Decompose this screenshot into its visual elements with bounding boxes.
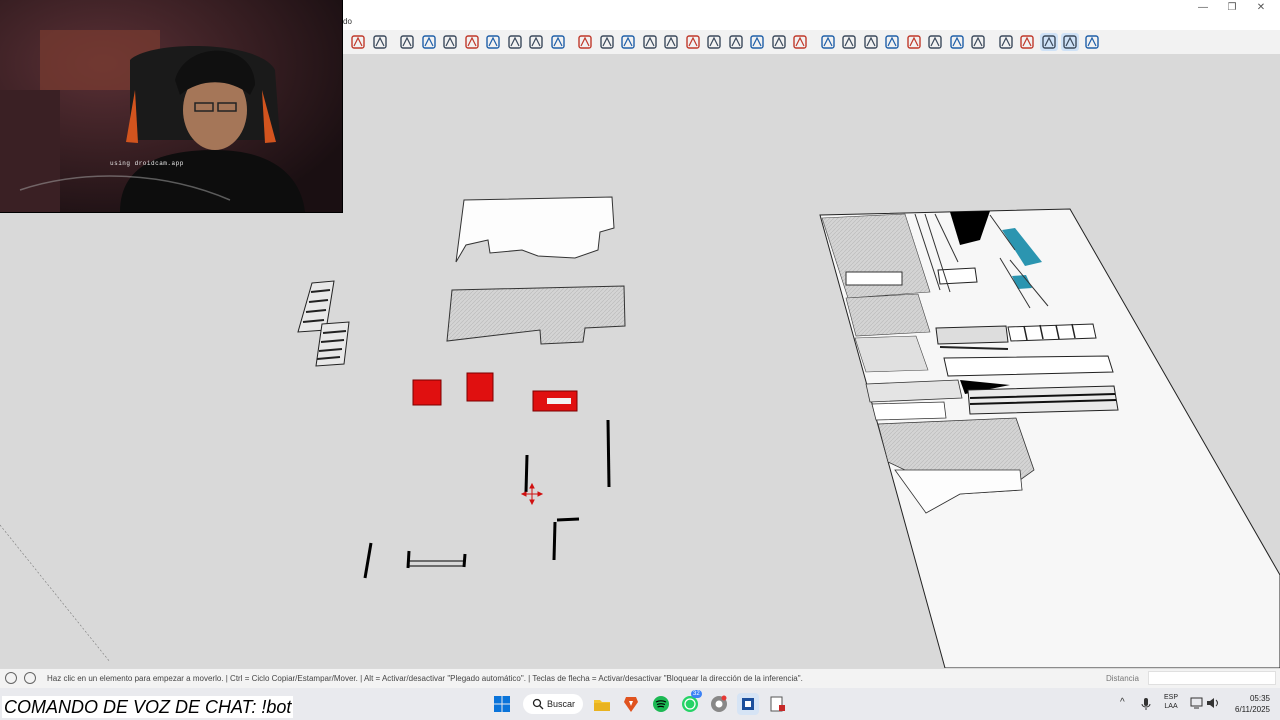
wall-pieces[interactable] [363, 419, 611, 579]
main-toolbar [343, 30, 1280, 55]
materials-icon[interactable] [883, 33, 901, 51]
restore-button[interactable]: ❐ [1222, 2, 1242, 14]
window-title: do [343, 17, 352, 26]
search-label: Buscar [547, 699, 576, 709]
shadows-icon[interactable] [905, 33, 923, 51]
groups-icon[interactable] [727, 33, 745, 51]
status-hint: Haz clic en un elemento para empezar a m… [47, 674, 803, 683]
system-clock[interactable]: 05:35 6/11/2025 [1226, 693, 1270, 715]
trimble-icon[interactable] [1083, 33, 1101, 51]
language-code: ESP [1164, 694, 1179, 701]
x-ray-icon[interactable] [441, 33, 459, 51]
minimize-button[interactable]: — [1193, 2, 1213, 14]
chat-command-overlay: COMANDO DE VOZ DE CHAT: !bot [2, 696, 294, 718]
components-icon[interactable] [705, 33, 723, 51]
whatsapp-badge: 32 [691, 690, 702, 698]
left-view-icon[interactable] [684, 33, 702, 51]
floor-plan-shape[interactable] [455, 196, 615, 263]
pan-icon[interactable] [371, 33, 389, 51]
orbit-icon[interactable] [349, 33, 367, 51]
clock-date: 6/11/2025 [1235, 705, 1270, 714]
solid-icon[interactable] [1061, 33, 1079, 51]
layout-icon[interactable] [766, 693, 788, 715]
close-button[interactable]: ✕ [1251, 2, 1271, 14]
match-photo-icon[interactable] [948, 33, 966, 51]
front-view-icon[interactable] [619, 33, 637, 51]
red-block-1[interactable] [412, 379, 442, 406]
floor-plan-sheet[interactable] [819, 208, 1280, 668]
keyboard-layout: LAA [1164, 703, 1178, 710]
hidden-line-icon[interactable] [506, 33, 524, 51]
spotify-icon[interactable] [650, 693, 672, 715]
search-icon [532, 698, 544, 710]
styles-icon[interactable] [862, 33, 880, 51]
warehouse-icon[interactable] [1018, 33, 1036, 51]
volume-icon[interactable] [1206, 697, 1220, 709]
iso-view-icon[interactable] [576, 33, 594, 51]
back-edges-icon[interactable] [463, 33, 481, 51]
move-icon[interactable] [819, 33, 837, 51]
tray-overflow-icon[interactable]: ^ [1120, 697, 1125, 708]
monochrome-icon[interactable] [549, 33, 567, 51]
wireframe-icon[interactable] [484, 33, 502, 51]
webcam-feed: using droidcam.app [0, 0, 343, 213]
microphone-icon[interactable] [1140, 697, 1152, 711]
slab-shape[interactable] [446, 285, 626, 345]
zoom-icon[interactable] [398, 33, 416, 51]
geo-location-icon[interactable] [5, 672, 17, 684]
right-view-icon[interactable] [641, 33, 659, 51]
sketchup-icon[interactable] [737, 693, 759, 715]
outliner-icon[interactable] [791, 33, 809, 51]
shaded-icon[interactable] [527, 33, 545, 51]
measurements-input[interactable] [1148, 671, 1276, 685]
model-info-icon[interactable] [1039, 33, 1058, 51]
clock-time: 05:35 [1249, 694, 1270, 703]
info-icon[interactable] [24, 672, 36, 684]
webcam-caption: using droidcam.app [110, 160, 184, 167]
file-explorer-icon[interactable] [591, 693, 613, 715]
sandbox-icon[interactable] [770, 33, 788, 51]
network-icon[interactable] [1190, 697, 1204, 709]
red-block-2[interactable] [466, 372, 494, 402]
stair-group[interactable] [297, 280, 350, 367]
red-block-3[interactable] [532, 390, 578, 412]
scenes-icon[interactable] [969, 33, 987, 51]
taskbar-search[interactable]: Buscar [523, 694, 583, 714]
input-language[interactable]: ESP LAA [1164, 693, 1178, 711]
whatsapp-icon[interactable]: 32 [679, 690, 702, 715]
back-view-icon[interactable] [662, 33, 680, 51]
webcam-image [0, 0, 342, 212]
extension-icon[interactable] [997, 33, 1015, 51]
chrome-icon[interactable] [708, 693, 730, 715]
measurements-label: Distancia [1106, 674, 1139, 683]
brave-browser-icon[interactable] [620, 693, 642, 715]
tag-icon[interactable] [748, 33, 766, 51]
zoom-extents-icon[interactable] [420, 33, 438, 51]
status-bar: Haz clic en un elemento para empezar a m… [0, 668, 1280, 689]
section-icon[interactable] [840, 33, 858, 51]
axis-line [0, 524, 111, 663]
fog-icon[interactable] [926, 33, 944, 51]
top-view-icon[interactable] [598, 33, 616, 51]
windows-start-icon[interactable] [491, 693, 513, 715]
